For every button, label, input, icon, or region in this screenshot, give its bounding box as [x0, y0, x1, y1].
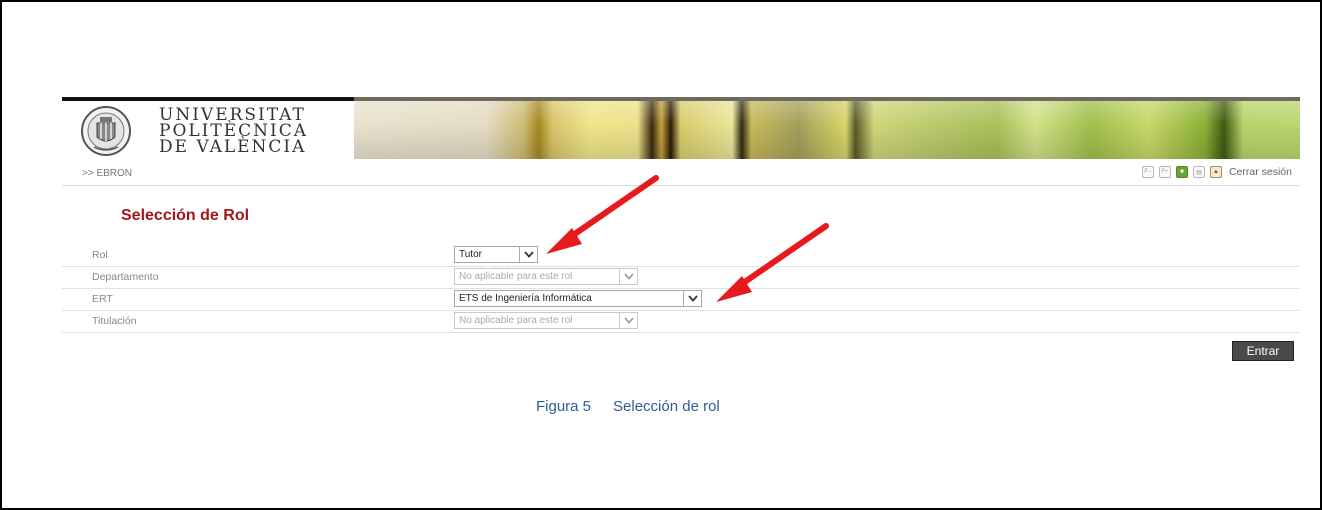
rol-select-value: Tutor [459, 249, 482, 260]
green-square-icon[interactable]: ■ [1175, 166, 1188, 178]
titulacion-select-value: No aplicable para este rol [459, 315, 573, 326]
top-toolbar: F− F+ ■ ▤ ▲ Cerrar sesión [1141, 166, 1292, 178]
chevron-down-icon [619, 313, 637, 328]
font-size-small-icon[interactable]: F− [1141, 166, 1154, 178]
rol-select[interactable]: Tutor [454, 246, 538, 263]
figure-number: Figura 5 [536, 398, 592, 415]
banner-photo-shade [354, 101, 1300, 159]
form-row-departamento: Departamento No aplicable para este rol [62, 266, 1300, 289]
university-name: UNIVERSITAT POLITÈCNICA DE VALÈNCIA [159, 107, 308, 157]
breadcrumb-bar: >> EBRON F− F+ ■ ▤ ▲ Cerrar sesión [62, 163, 1300, 186]
form-row-ert: ERT ETS de Ingeniería Informática [62, 288, 1300, 311]
rol-label: Rol [92, 249, 108, 261]
enter-button[interactable]: Entrar [1232, 341, 1294, 361]
form-row-rol: Rol Tutor [62, 244, 1300, 267]
figure-caption-text: Selección de rol [613, 398, 720, 415]
exit-icon[interactable]: ▲ [1209, 166, 1222, 178]
university-logo[interactable]: UNIVERSITAT POLITÈCNICA DE VALÈNCIA [62, 101, 354, 159]
departamento-select: No aplicable para este rol [454, 268, 638, 285]
chevron-down-icon[interactable] [519, 247, 537, 262]
figure-caption: Figura 5 Selección de rol [536, 398, 720, 415]
departamento-label: Departamento [92, 271, 159, 283]
page-title: Selección de Rol [121, 207, 250, 224]
departamento-select-value: No aplicable para este rol [459, 271, 573, 282]
ert-select[interactable]: ETS de Ingeniería Informática [454, 290, 702, 307]
ert-select-value: ETS de Ingeniería Informática [459, 293, 592, 304]
form-row-titulacion: Titulación No aplicable para este rol [62, 310, 1300, 333]
titulacion-select: No aplicable para este rol [454, 312, 638, 329]
print-icon[interactable]: ▤ [1192, 166, 1205, 178]
ert-label: ERT [92, 293, 113, 305]
font-size-large-icon[interactable]: F+ [1158, 166, 1171, 178]
logout-link[interactable]: Cerrar sesión [1229, 166, 1292, 178]
chevron-down-icon[interactable] [683, 291, 701, 306]
titulacion-label: Titulación [92, 315, 137, 327]
header-banner: UNIVERSITAT POLITÈCNICA DE VALÈNCIA [62, 97, 1300, 159]
chevron-down-icon [619, 269, 637, 284]
breadcrumb[interactable]: >> EBRON [82, 168, 132, 179]
university-name-line-3: DE VALÈNCIA [159, 137, 307, 157]
upv-seal-icon [81, 106, 131, 156]
